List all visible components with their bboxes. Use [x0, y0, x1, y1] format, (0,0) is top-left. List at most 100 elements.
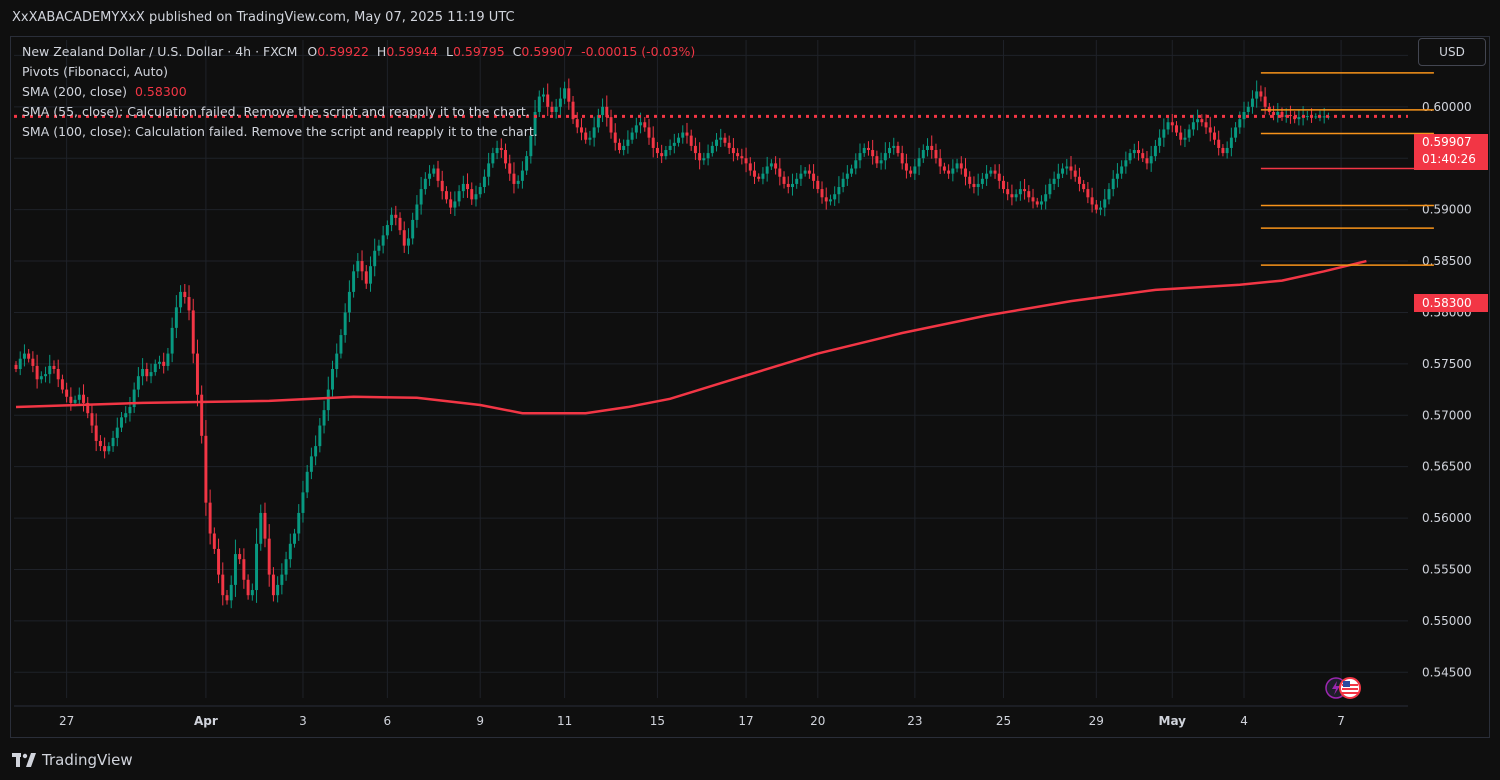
x-tick-label: 7 — [1337, 714, 1345, 728]
candle-body — [1242, 111, 1246, 120]
candle-body — [82, 394, 85, 403]
candle-body — [263, 512, 267, 539]
candle-body — [153, 363, 157, 373]
candle-body — [1039, 201, 1043, 205]
candle-body — [280, 574, 284, 585]
candle-body — [495, 147, 499, 154]
candle-body — [1229, 137, 1233, 148]
candle-body — [774, 163, 778, 169]
candle-body — [1115, 173, 1119, 179]
candle-body — [470, 189, 474, 200]
candle-body — [1179, 132, 1183, 140]
candle-body — [128, 407, 132, 414]
candle-body — [875, 156, 879, 164]
candle-body — [377, 245, 381, 251]
candle-body — [259, 512, 263, 544]
candle-body — [710, 145, 714, 154]
candle-body — [824, 197, 828, 202]
candle-body — [926, 145, 929, 151]
candle-body — [1166, 122, 1170, 130]
sma200-label: SMA (200, close) — [22, 84, 127, 99]
candle-body — [309, 456, 313, 472]
candle-body — [179, 291, 183, 308]
legend-sma200[interactable]: SMA (200, close) 0.58300 — [22, 82, 695, 102]
symbol-name[interactable]: New Zealand Dollar / U.S. Dollar · 4h · … — [22, 44, 297, 59]
candle-body — [1208, 127, 1212, 133]
legend-pivots[interactable]: Pivots (Fibonacci, Auto) — [22, 62, 695, 82]
candle-body — [406, 238, 410, 246]
candle-body — [31, 358, 35, 366]
candle-body — [423, 178, 427, 190]
candle-body — [888, 147, 892, 154]
candle-body — [69, 396, 73, 403]
candle-body — [347, 291, 351, 313]
candle-body — [866, 147, 870, 151]
candle-body — [1238, 119, 1242, 128]
candle-body — [453, 201, 457, 208]
candle-body — [883, 153, 887, 161]
candle-body — [812, 173, 816, 181]
candle-body — [356, 261, 360, 272]
y-tick-label: 0.56000 — [1422, 511, 1472, 525]
legend-sma100[interactable]: SMA (100, close): Calculation failed. Re… — [22, 122, 695, 142]
x-tick-label: 9 — [476, 714, 484, 728]
candle-body — [1204, 122, 1208, 128]
candle-body — [525, 156, 529, 171]
candle-body — [660, 153, 664, 157]
currency-button[interactable]: USD — [1418, 38, 1486, 66]
candle-body — [195, 353, 199, 395]
candle-body — [504, 150, 507, 164]
legend-symbol-row[interactable]: New Zealand Dollar / U.S. Dollar · 4h · … — [22, 42, 695, 62]
legend-sma55[interactable]: SMA (55, close): Calculation failed. Rem… — [22, 102, 695, 122]
candle-body — [968, 176, 972, 184]
candle-body — [753, 170, 756, 177]
candle-body — [136, 376, 140, 390]
x-tick-label: 3 — [299, 714, 307, 728]
candle-body — [111, 437, 115, 447]
candle-body — [1027, 191, 1031, 198]
candle-body — [900, 153, 904, 164]
candle-body — [457, 191, 461, 202]
candle-body — [398, 217, 402, 231]
candle-body — [48, 365, 52, 375]
candle-body — [862, 147, 866, 154]
candle-body — [229, 584, 233, 601]
candle-body — [1175, 125, 1178, 133]
candle-body — [1259, 91, 1263, 97]
candle-body — [14, 364, 18, 369]
footer-brand[interactable]: TradingView — [42, 746, 133, 774]
y-tick-label: 0.58500 — [1422, 254, 1472, 268]
candle-body — [854, 160, 858, 169]
candle-body — [622, 145, 626, 151]
candle-body — [816, 180, 820, 190]
sma200-line[interactable] — [15, 259, 1367, 415]
candle-body — [799, 173, 803, 179]
candle-body — [744, 158, 748, 164]
event-icons[interactable] — [1324, 676, 1364, 700]
candle-body — [820, 189, 824, 198]
candle-body — [972, 183, 976, 188]
candle-body — [1191, 122, 1195, 130]
candle-body — [1107, 189, 1111, 200]
candle-body — [1234, 127, 1238, 138]
candle-body — [145, 369, 149, 377]
candle-body — [1035, 201, 1039, 205]
candle-body — [1162, 129, 1166, 138]
x-tick-label: 27 — [59, 714, 74, 728]
candle-body — [917, 158, 921, 167]
candle-body — [850, 168, 854, 174]
candle-body — [466, 183, 470, 190]
candle-body — [1145, 158, 1149, 164]
candle-body — [221, 574, 225, 596]
candle-body — [904, 163, 908, 171]
candle-body — [305, 471, 309, 493]
tradingview-logo-icon[interactable] — [12, 753, 36, 767]
candle-body — [271, 574, 275, 596]
ohlc-high-label: H — [376, 44, 387, 59]
y-tick-label: 0.59000 — [1422, 203, 1472, 217]
candle-body — [1048, 183, 1052, 195]
candle-body — [985, 173, 989, 179]
candle-body — [1090, 197, 1094, 205]
candle-body — [436, 168, 440, 181]
candle-body — [1069, 166, 1073, 171]
